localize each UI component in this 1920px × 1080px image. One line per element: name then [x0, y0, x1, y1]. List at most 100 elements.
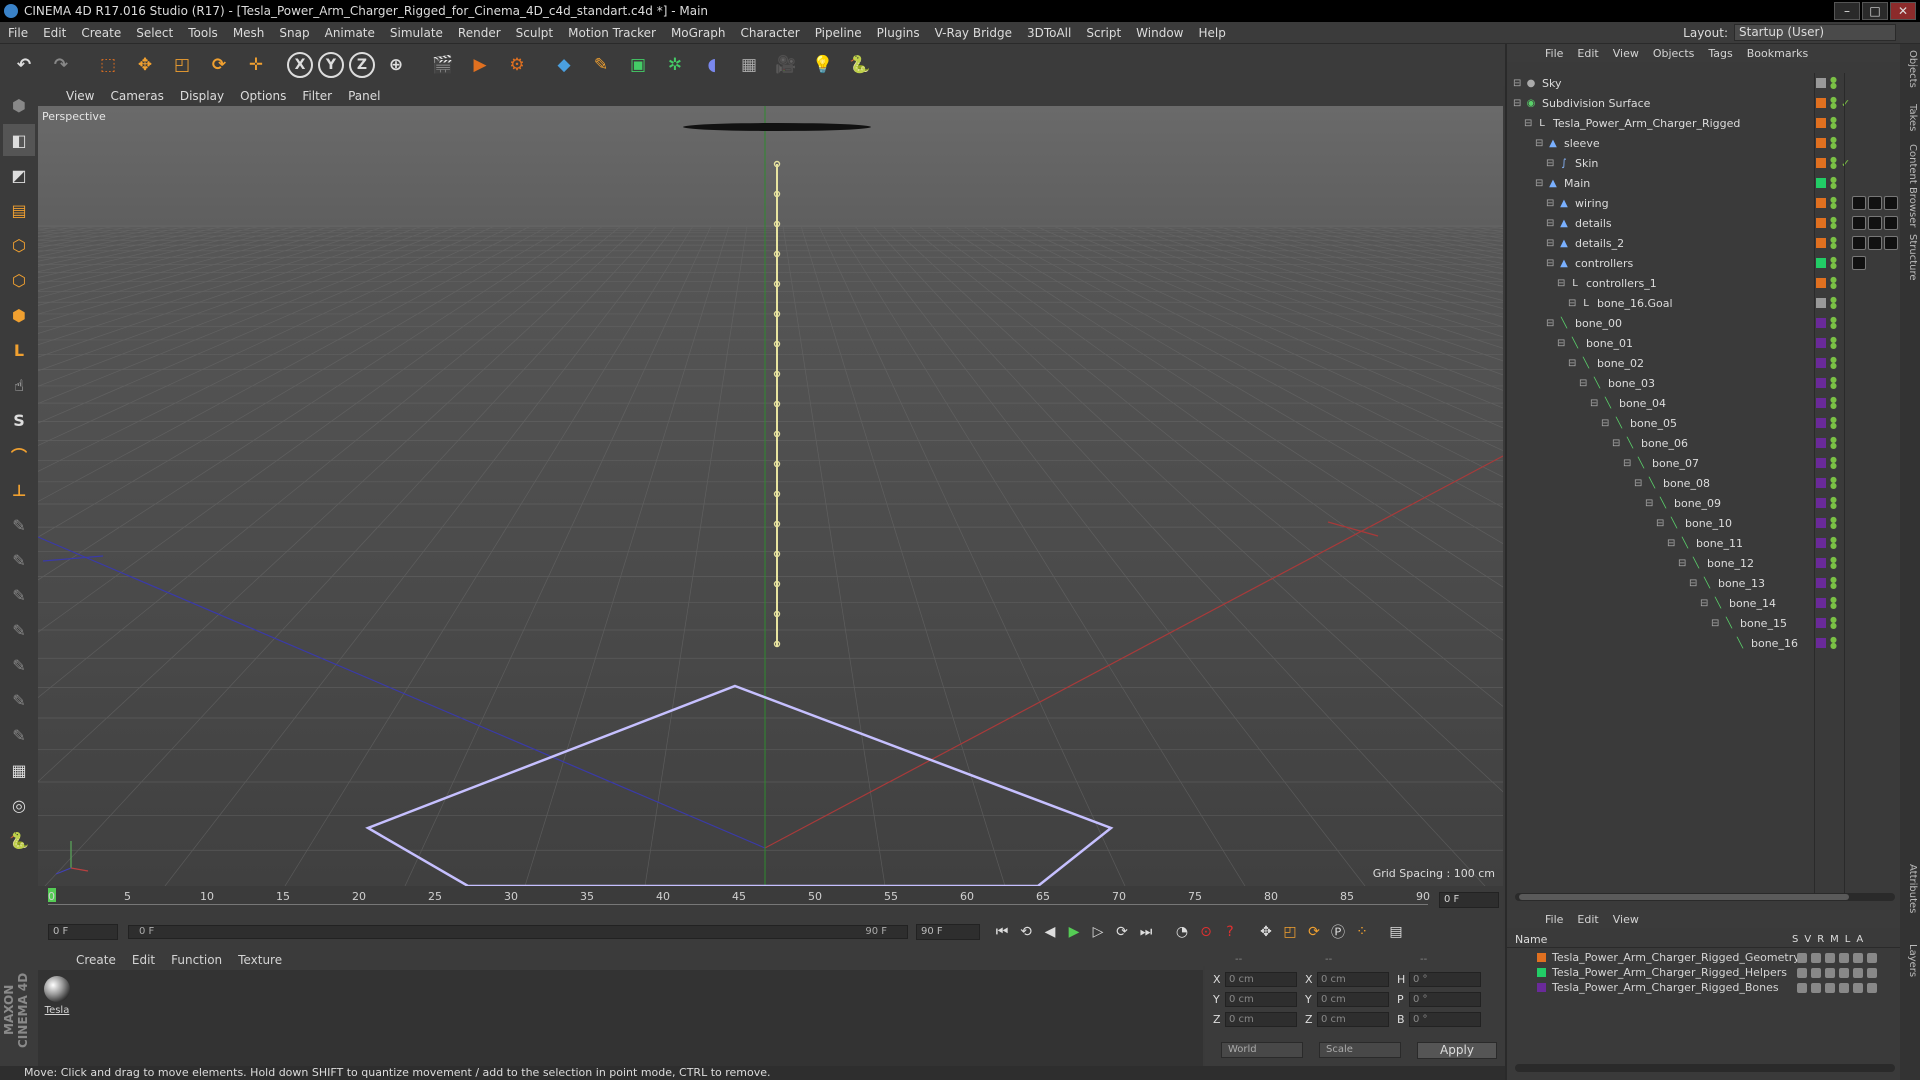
coord-value-field[interactable]: 0 cm [1225, 1012, 1297, 1027]
expand-toggle-icon[interactable]: ⊟ [1689, 578, 1699, 589]
visibility-dots-icon[interactable]: ● ● [1830, 476, 1837, 490]
timeline-ruler[interactable]: 0 5 10 15 20 25 30 35 40 45 50 55 60 65 70 75 80 85 90 [48, 888, 1430, 910]
layer-color-swatch[interactable] [1816, 158, 1826, 168]
menu-mograph[interactable]: MoGraph [671, 26, 726, 40]
spline-pen-icon[interactable]: ✎ [585, 49, 617, 81]
layer-color-swatch[interactable] [1537, 953, 1546, 962]
coordinate-system-dropdown[interactable]: World [1221, 1042, 1303, 1058]
layer-column-m[interactable]: M [1830, 934, 1839, 945]
menu-animate[interactable]: Animate [325, 26, 375, 40]
layer-column-a[interactable]: A [1856, 934, 1863, 945]
menu-mesh[interactable]: Mesh [233, 26, 265, 40]
menu-character[interactable]: Character [740, 26, 799, 40]
expand-toggle-icon[interactable]: ⊟ [1557, 278, 1567, 289]
layer-color-swatch[interactable] [1816, 458, 1826, 468]
layer-color-swatch[interactable] [1816, 478, 1826, 488]
light-icon[interactable]: 💡 [807, 49, 839, 81]
layer-column-r[interactable]: R [1817, 934, 1824, 945]
visibility-dots-icon[interactable]: ● ● [1830, 236, 1837, 250]
material-tag-icon[interactable] [1852, 216, 1866, 230]
viewport-canvas[interactable] [38, 106, 1503, 886]
timeline-window-icon[interactable]: ▤ [1384, 920, 1408, 944]
viewport-menu-panel[interactable]: Panel [348, 89, 380, 103]
object-row[interactable]: ⊟ ╲ bone_10 ● ● [1507, 513, 1902, 533]
visibility-dots-icon[interactable]: ● ● [1830, 176, 1837, 190]
object-row[interactable]: ╲ bone_16 ● ● [1507, 633, 1902, 653]
layer-color-swatch[interactable] [1816, 378, 1826, 388]
record-keys-icon[interactable]: ◔ [1170, 920, 1194, 944]
expand-toggle-icon[interactable]: ⊟ [1601, 418, 1611, 429]
next-frame-icon[interactable]: ▷ [1086, 920, 1110, 944]
coord-value-field[interactable]: 0 cm [1317, 1012, 1389, 1027]
coord-value-field[interactable]: 0 cm [1317, 992, 1389, 1007]
layer-toggle-icon[interactable] [1811, 982, 1821, 993]
layer-menu-edit[interactable]: Edit [1577, 913, 1598, 926]
visibility-dots-icon[interactable]: ● ● [1830, 436, 1837, 450]
end-frame-field[interactable]: 90 F [916, 924, 980, 940]
coord-value-field[interactable]: 0 ° [1409, 1012, 1481, 1027]
object-tags[interactable] [1852, 256, 1866, 270]
layer-color-swatch[interactable] [1816, 198, 1826, 208]
viewport-menu-view[interactable]: View [66, 89, 94, 103]
layer-toggle-icon[interactable] [1825, 982, 1835, 993]
expand-toggle-icon[interactable]: ⊟ [1546, 258, 1556, 269]
menu-window[interactable]: Window [1136, 26, 1183, 40]
expand-toggle-icon[interactable]: ⊟ [1656, 518, 1666, 529]
layer-color-swatch[interactable] [1816, 278, 1826, 288]
menu-select[interactable]: Select [136, 26, 173, 40]
viewport-menu-display[interactable]: Display [180, 89, 224, 103]
visibility-dots-icon[interactable]: ● ● [1830, 196, 1837, 210]
object-row[interactable]: ⊟ ╲ bone_04 ● ● [1507, 393, 1902, 413]
side-tab-layers[interactable]: Layers [1902, 944, 1918, 977]
visibility-dots-icon[interactable]: ● ● [1830, 256, 1837, 270]
frame-range-slider[interactable]: 0 F 90 F [128, 925, 908, 939]
viewport[interactable]: View Cameras Display Options Filter Panel [38, 86, 1503, 886]
layer-toggle-icon[interactable] [1839, 982, 1849, 993]
expand-toggle-icon[interactable]: ⊟ [1546, 198, 1556, 209]
live-selection-icon[interactable]: ⬚ [92, 49, 124, 81]
object-row[interactable]: ⊟ ▲ details ● ● [1507, 213, 1902, 233]
object-row[interactable]: ⊟ Lbone_16.Goal ● ● [1507, 293, 1902, 313]
texture-mode-icon[interactable]: ◩ [3, 159, 35, 191]
expand-toggle-icon[interactable]: ⊟ [1546, 218, 1556, 229]
menu-create[interactable]: Create [81, 26, 121, 40]
coord-value-field[interactable]: 0 ° [1409, 992, 1481, 1007]
layer-column-v[interactable]: V [1804, 934, 1811, 945]
x-axis-lock-icon[interactable]: X [287, 52, 313, 78]
layer-toggle-icons[interactable] [1797, 967, 1877, 978]
transform-tool-icon[interactable]: ✛ [240, 49, 272, 81]
layer-toggle-icon[interactable] [1867, 952, 1877, 963]
coord-value-field[interactable]: 0 cm [1225, 972, 1297, 987]
object-horizontal-scrollbar[interactable] [1515, 893, 1895, 901]
visibility-dots-icon[interactable]: ● ● [1830, 296, 1837, 310]
layer-color-swatch[interactable] [1816, 358, 1826, 368]
layer-color-swatch[interactable] [1816, 638, 1826, 648]
coordinate-system-icon[interactable]: ⊕ [380, 49, 412, 81]
key-pla-icon[interactable]: ⁘ [1350, 920, 1374, 944]
next-key-icon[interactable]: ⟳ [1110, 920, 1134, 944]
cube-primitive-icon[interactable]: ◆ [548, 49, 580, 81]
coord-value-field[interactable]: 0 cm [1317, 972, 1389, 987]
layer-color-swatch[interactable] [1816, 398, 1826, 408]
menu-motion-tracker[interactable]: Motion Tracker [568, 26, 656, 40]
coord-value-field[interactable]: 0 ° [1409, 972, 1481, 987]
undo-icon[interactable]: ↶ [8, 49, 40, 81]
scale-tool-icon[interactable]: ◰ [166, 49, 198, 81]
object-row[interactable]: ⊟ ╲ bone_02 ● ● [1507, 353, 1902, 373]
layer-color-swatch[interactable] [1816, 138, 1826, 148]
layer-toggle-icon[interactable] [1853, 967, 1863, 978]
rotate-tool-icon[interactable]: ⟳ [203, 49, 235, 81]
menu-tools[interactable]: Tools [188, 26, 218, 40]
subdivision-generator-icon[interactable]: ▣ [622, 49, 654, 81]
move-tool-icon[interactable]: ✥ [129, 49, 161, 81]
object-row[interactable]: ⊟ ╲ bone_09 ● ● [1507, 493, 1902, 513]
layer-toggle-icon[interactable] [1811, 967, 1821, 978]
python-script-icon[interactable]: 🐍 [3, 824, 35, 856]
object-row[interactable]: ⊟ ● Sky ● ● [1507, 73, 1902, 93]
object-row[interactable]: ⊟ ╲ bone_06 ● ● [1507, 433, 1902, 453]
visibility-dots-icon[interactable]: ● ● [1830, 76, 1837, 90]
object-row[interactable]: ⊟ ╲ bone_11 ● ● [1507, 533, 1902, 553]
key-position-icon[interactable]: ✥ [1254, 920, 1278, 944]
object-row[interactable]: ⊟ ╲ bone_01 ● ● [1507, 333, 1902, 353]
layer-toggle-icons[interactable] [1797, 982, 1877, 993]
